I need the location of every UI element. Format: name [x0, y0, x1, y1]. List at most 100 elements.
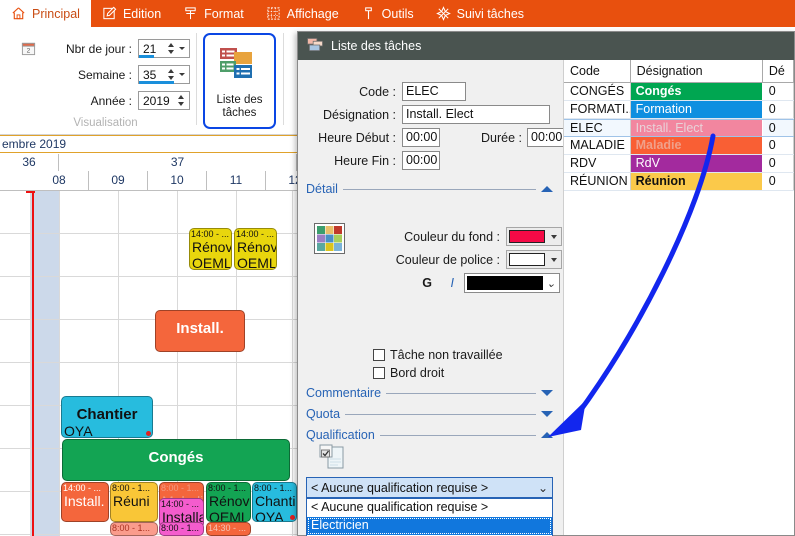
designation-input[interactable]: Install. Elect [402, 105, 550, 124]
calendar-event[interactable]: 8:00 - 1... [110, 522, 158, 536]
calendar-event[interactable]: 14:00 - ... Rénov OEML [234, 228, 277, 270]
ribbon-tab-affichage[interactable]: Affichage [255, 0, 350, 27]
ribbon-tab-format[interactable]: Format [172, 0, 255, 27]
ribbon-tab-label: Edition [122, 6, 162, 21]
calendar-event[interactable]: 8:00 - 1... Rénov OEML [206, 482, 251, 522]
event-time: 14:30 - ... [208, 523, 247, 533]
code-input[interactable]: ELEC [402, 82, 466, 101]
heure-debut-input[interactable]: 00:00 [402, 128, 440, 147]
task-table[interactable]: Code Désignation Dé CONGÉS Congés 0 FORMATI… [564, 60, 795, 535]
calendar-event[interactable]: 8:00 - 1... Chanti OYA [252, 482, 297, 522]
chevron-down-icon[interactable] [547, 234, 561, 239]
section-quota[interactable]: Quota [306, 407, 553, 421]
table-row[interactable]: ELEC Install. Elect 0 [564, 119, 794, 137]
annee-stepper[interactable]: 2019 [138, 91, 190, 110]
event-time: 8:00 - 1... [254, 483, 293, 493]
dropdown-option[interactable]: Electricien [307, 517, 552, 535]
event-time: 8:00 - 1... [112, 523, 151, 533]
ribbon-tab-edition[interactable]: Edition [91, 0, 172, 27]
spinner-arrows[interactable] [175, 92, 186, 109]
application-window: Principal Edition Format Affichage Outil… [0, 0, 795, 536]
event-title: Chanti [255, 493, 296, 509]
calendar-event[interactable]: 8:00 - 1... [159, 522, 204, 536]
spinner-arrows[interactable] [165, 40, 176, 57]
checkbox-tache-non-travaillee[interactable]: Tâche non travaillée [373, 348, 503, 362]
cell-code: MALADIE [564, 137, 631, 154]
dropdown-option[interactable]: < Aucune qualification requise > [307, 499, 552, 517]
font-color-picker[interactable] [506, 250, 562, 269]
checkbox-label: Tâche non travaillée [390, 348, 503, 362]
chevron-down-icon[interactable] [176, 66, 188, 83]
semaine-stepper[interactable]: 35 [138, 65, 190, 84]
chevron-down-icon[interactable]: ⌄ [543, 277, 559, 290]
chevron-down-icon[interactable] [547, 257, 561, 262]
background-color-picker[interactable] [506, 227, 562, 246]
event-time: 8:00 - 1... [208, 483, 247, 493]
font-select[interactable]: ⌄ [464, 273, 560, 293]
column-header-designation[interactable]: Désignation [631, 60, 763, 82]
chevron-up-icon[interactable] [541, 432, 553, 438]
qualification-doc-icon[interactable] [318, 444, 348, 475]
liste-des-taches-button[interactable]: Liste des tâches [203, 33, 276, 129]
calendar-event[interactable]: Chantier OYA [61, 396, 153, 438]
duree-label: Durée : [481, 130, 522, 145]
column-header-de[interactable]: Dé [763, 60, 795, 82]
calendar-event[interactable]: Install. [155, 310, 245, 352]
color-palette-icon[interactable] [314, 223, 345, 257]
calendar-event[interactable]: 14:00 - ... Install. [61, 482, 109, 522]
ribbon-tab-suivi-taches[interactable]: Suivi tâches [425, 0, 535, 27]
chevron-down-icon[interactable] [176, 40, 188, 57]
event-title: Install. [176, 320, 224, 337]
section-detail[interactable]: Détail [306, 182, 553, 196]
section-rule [379, 434, 536, 436]
table-row[interactable]: MALADIE Maladie 0 [564, 137, 794, 155]
table-row[interactable]: RDV RdV 0 [564, 155, 794, 173]
ribbon-tab-principal[interactable]: Principal [0, 0, 91, 27]
dialog-form-pane: Code : ELEC Désignation : Install. Elect… [298, 60, 565, 536]
chevron-down-icon[interactable] [541, 411, 553, 417]
bold-toggle[interactable]: G [418, 276, 432, 290]
cell-designation: Formation [630, 101, 763, 118]
group-divider [283, 33, 284, 125]
ribbon-tab-outils[interactable]: Outils [350, 0, 425, 27]
table-body: CONGÉS Congés 0 FORMATI... Formation 0 ELEC Ins… [564, 83, 794, 191]
chevron-down-icon[interactable] [541, 390, 553, 396]
font-preview-swatch [467, 276, 543, 290]
table-row[interactable]: CONGÉS Congés 0 [564, 83, 794, 101]
event-title: Rénov [209, 493, 250, 509]
calendar-event[interactable]: Congés [62, 439, 290, 481]
event-title-line2: OEML [192, 255, 232, 270]
current-time-marker [32, 191, 34, 536]
calendar-event[interactable]: 8:00 - 1... Réuni [110, 482, 158, 522]
chevron-up-icon[interactable] [541, 186, 553, 192]
event-marker-dot [146, 431, 151, 436]
table-row[interactable]: FORMATI... Formation 0 [564, 101, 794, 119]
section-qualification[interactable]: Qualification [306, 428, 553, 442]
duree-input[interactable]: 00:00 [527, 128, 565, 147]
cell-code: ELEC [564, 120, 631, 136]
chevron-down-icon[interactable]: ⌄ [538, 481, 548, 495]
nbr-de-jour-stepper[interactable]: 21 [138, 39, 190, 58]
qualification-dropdown-list[interactable]: < Aucune qualification requise > Electric… [306, 498, 553, 536]
day-cell: 08 [30, 171, 89, 191]
heure-fin-input[interactable]: 00:00 [402, 151, 440, 170]
section-rule [342, 188, 536, 190]
dialog-title: Liste des tâches [331, 39, 422, 53]
checkbox-bord-droit[interactable]: Bord droit [373, 366, 444, 380]
nbr-de-jour-value: 21 [143, 41, 157, 56]
dialog-titlebar[interactable]: Liste des tâches [298, 32, 794, 60]
cell-designation: RdV [630, 155, 763, 172]
task-table-pane: Code Désignation Dé CONGÉS Congés 0 FORMATI… [563, 60, 795, 535]
section-rule [345, 413, 536, 415]
checkbox-box[interactable] [373, 349, 385, 361]
table-row[interactable]: RÉUNION Réunion 0 [564, 173, 794, 191]
qualification-combobox[interactable]: < Aucune qualification requise > ⌄ [306, 477, 553, 498]
checkbox-box[interactable] [373, 367, 385, 379]
home-icon [11, 6, 26, 21]
column-header-code[interactable]: Code [564, 60, 631, 82]
calendar-event[interactable]: 14:30 - ... [206, 522, 251, 536]
calendar-event[interactable]: 14:00 - ... Rénov OEML [189, 228, 232, 270]
section-commentaire[interactable]: Commentaire [306, 386, 553, 400]
italic-toggle[interactable]: I [440, 276, 454, 290]
pencil-edit-icon [102, 6, 117, 21]
